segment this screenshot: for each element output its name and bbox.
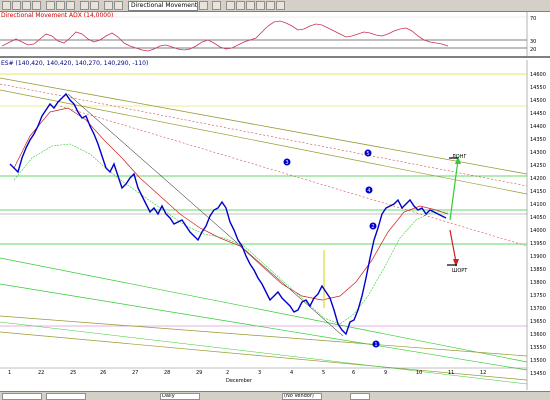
price-tick: 14450 xyxy=(530,111,546,117)
dropdown-arrow-icon[interactable] xyxy=(199,1,208,10)
copy-icon[interactable] xyxy=(56,1,65,10)
price-tick: 13700 xyxy=(530,306,546,312)
date-tick: 1 xyxy=(8,370,11,376)
price-tick: 13500 xyxy=(530,358,546,364)
price-tick: 13800 xyxy=(530,280,546,286)
price-pane-title: ES# (140,420, 140,420, 140,270, 140,290,… xyxy=(1,60,149,67)
date-tick: 6 xyxy=(352,370,355,376)
price-tick: 14350 xyxy=(530,137,546,143)
adx-axis-label: 70 xyxy=(530,16,536,22)
arrow-tool-icon[interactable] xyxy=(276,1,285,10)
text-tool-icon[interactable] xyxy=(256,1,265,10)
price-tick: 14200 xyxy=(530,176,546,182)
insert-indicator-icon[interactable] xyxy=(212,1,221,10)
status-field xyxy=(350,393,370,400)
price-tick: 14300 xyxy=(530,150,546,156)
price-tick: 14500 xyxy=(530,98,546,104)
long-label: ЛОНГ xyxy=(452,154,467,160)
zoom-out-icon[interactable] xyxy=(90,1,99,10)
fibonacci-icon[interactable] xyxy=(266,1,275,10)
status-bar: Daily (No Vendor) xyxy=(0,391,550,400)
short-label: ШОРТ xyxy=(452,268,468,274)
price-tick: 14400 xyxy=(530,124,546,130)
marker-label: 4 xyxy=(367,188,370,194)
price-tick: 13750 xyxy=(530,293,546,299)
marker-label: 3 xyxy=(285,160,288,166)
month-label: December xyxy=(226,378,253,384)
marker-label: 1 xyxy=(374,342,377,348)
price-chart-pane: ЛОНГ ШОРТ 1 2 3 4 5 14600 14550 14500 1 4 xyxy=(0,60,550,390)
marker-label: 5 xyxy=(366,151,369,157)
indicator-select[interactable]: Directional Movement ADX xyxy=(128,1,198,11)
date-tick: 28 xyxy=(164,370,170,376)
price-tick: 14150 xyxy=(530,189,546,195)
trendline-icon[interactable] xyxy=(236,1,245,10)
line-tool-icon[interactable] xyxy=(226,1,235,10)
price-tick: 13550 xyxy=(530,345,546,351)
open-icon[interactable] xyxy=(12,1,21,10)
zoom-in-icon[interactable] xyxy=(80,1,89,10)
price-tick: 14250 xyxy=(530,163,546,169)
date-tick: 2 xyxy=(226,370,229,376)
channel-icon[interactable] xyxy=(246,1,255,10)
date-tick: 29 xyxy=(196,370,202,376)
date-tick: 22 xyxy=(38,370,44,376)
crosshair-icon[interactable] xyxy=(114,1,123,10)
price-chart: ЛОНГ ШОРТ 1 2 3 4 5 14600 14550 14500 1 4 xyxy=(0,60,546,390)
price-tick: 13600 xyxy=(530,332,546,338)
adx-indicator-pane: 70 30 20 Directional Movement ADX (14,00… xyxy=(0,12,550,58)
save-icon[interactable] xyxy=(22,1,31,10)
cut-icon[interactable] xyxy=(46,1,55,10)
paste-icon[interactable] xyxy=(66,1,75,10)
date-tick: 9 xyxy=(384,370,387,376)
print-icon[interactable] xyxy=(32,1,41,10)
date-tick: 12 xyxy=(480,370,486,376)
date-tick: 10 xyxy=(416,370,422,376)
date-tick: 3 xyxy=(258,370,261,376)
adx-pane-title: Directional Movement ADX (14,0000) xyxy=(1,12,114,19)
cursor-icon[interactable] xyxy=(104,1,113,10)
vendor-field: (No Vendor) xyxy=(282,393,322,400)
price-tick: 13850 xyxy=(530,267,546,273)
date-tick: 11 xyxy=(448,370,454,376)
price-tick: 14050 xyxy=(530,215,546,221)
price-tick: 13950 xyxy=(530,241,546,247)
adx-axis-label: 20 xyxy=(530,47,536,53)
price-axis: 14600 14550 14500 14450 14400 14350 1430… xyxy=(530,72,546,377)
date-tick: 25 xyxy=(70,370,76,376)
price-tick: 14550 xyxy=(530,85,546,91)
price-tick: 13450 xyxy=(530,371,546,377)
marker-label: 2 xyxy=(371,224,374,230)
date-tick: 4 xyxy=(290,370,293,376)
status-field xyxy=(2,393,42,400)
toolbar: Directional Movement ADX xyxy=(0,0,550,12)
price-tick: 14000 xyxy=(530,228,546,234)
date-tick: 27 xyxy=(132,370,138,376)
price-tick: 14100 xyxy=(530,202,546,208)
price-tick: 13650 xyxy=(530,319,546,325)
price-tick: 13900 xyxy=(530,254,546,260)
new-chart-icon[interactable] xyxy=(2,1,11,10)
date-tick: 26 xyxy=(100,370,106,376)
status-field: Daily xyxy=(160,393,200,400)
adx-axis-label: 30 xyxy=(530,39,536,45)
status-field xyxy=(46,393,86,400)
date-tick: 5 xyxy=(322,370,325,376)
adx-line xyxy=(1,20,449,52)
price-tick: 14600 xyxy=(530,72,546,78)
